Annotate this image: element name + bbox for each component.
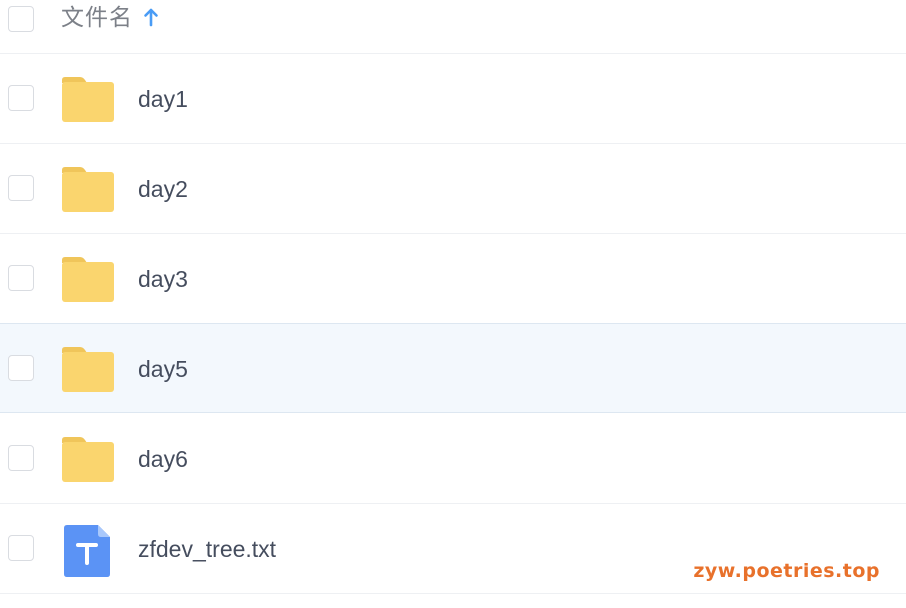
arrow-up-icon[interactable] — [142, 7, 160, 29]
select-all-checkbox[interactable] — [8, 6, 34, 32]
file-name[interactable]: day1 — [138, 84, 188, 114]
row-checkbox[interactable] — [8, 175, 34, 201]
row-checkbox[interactable] — [8, 445, 34, 471]
file-name[interactable]: day2 — [138, 174, 188, 204]
folder-icon — [62, 437, 114, 482]
file-list-header: 文件名 — [0, 0, 906, 54]
text-file-icon — [64, 525, 110, 577]
folder-icon — [62, 347, 114, 392]
file-list: 文件名 day1 day2 day3 day5 day6 zfdev_tree.… — [0, 0, 906, 608]
row-checkbox[interactable] — [8, 535, 34, 561]
folder-icon — [62, 257, 114, 302]
file-row-day2[interactable]: day2 — [0, 144, 906, 234]
row-checkbox[interactable] — [8, 355, 34, 381]
file-row-day1[interactable]: day1 — [0, 54, 906, 144]
file-name[interactable]: day3 — [138, 264, 188, 294]
file-name[interactable]: zfdev_tree.txt — [138, 534, 276, 564]
watermark-text: zyw.poetries.top — [693, 560, 880, 582]
column-header-filename[interactable]: 文件名 — [61, 4, 133, 32]
file-name[interactable]: day5 — [138, 354, 188, 384]
row-checkbox[interactable] — [8, 85, 34, 111]
file-row-day3[interactable]: day3 — [0, 234, 906, 324]
folder-icon — [62, 167, 114, 212]
file-row-day6[interactable]: day6 — [0, 414, 906, 504]
row-checkbox[interactable] — [8, 265, 34, 291]
file-name[interactable]: day6 — [138, 444, 188, 474]
file-row-day5[interactable]: day5 — [0, 323, 906, 413]
folder-icon — [62, 77, 114, 122]
